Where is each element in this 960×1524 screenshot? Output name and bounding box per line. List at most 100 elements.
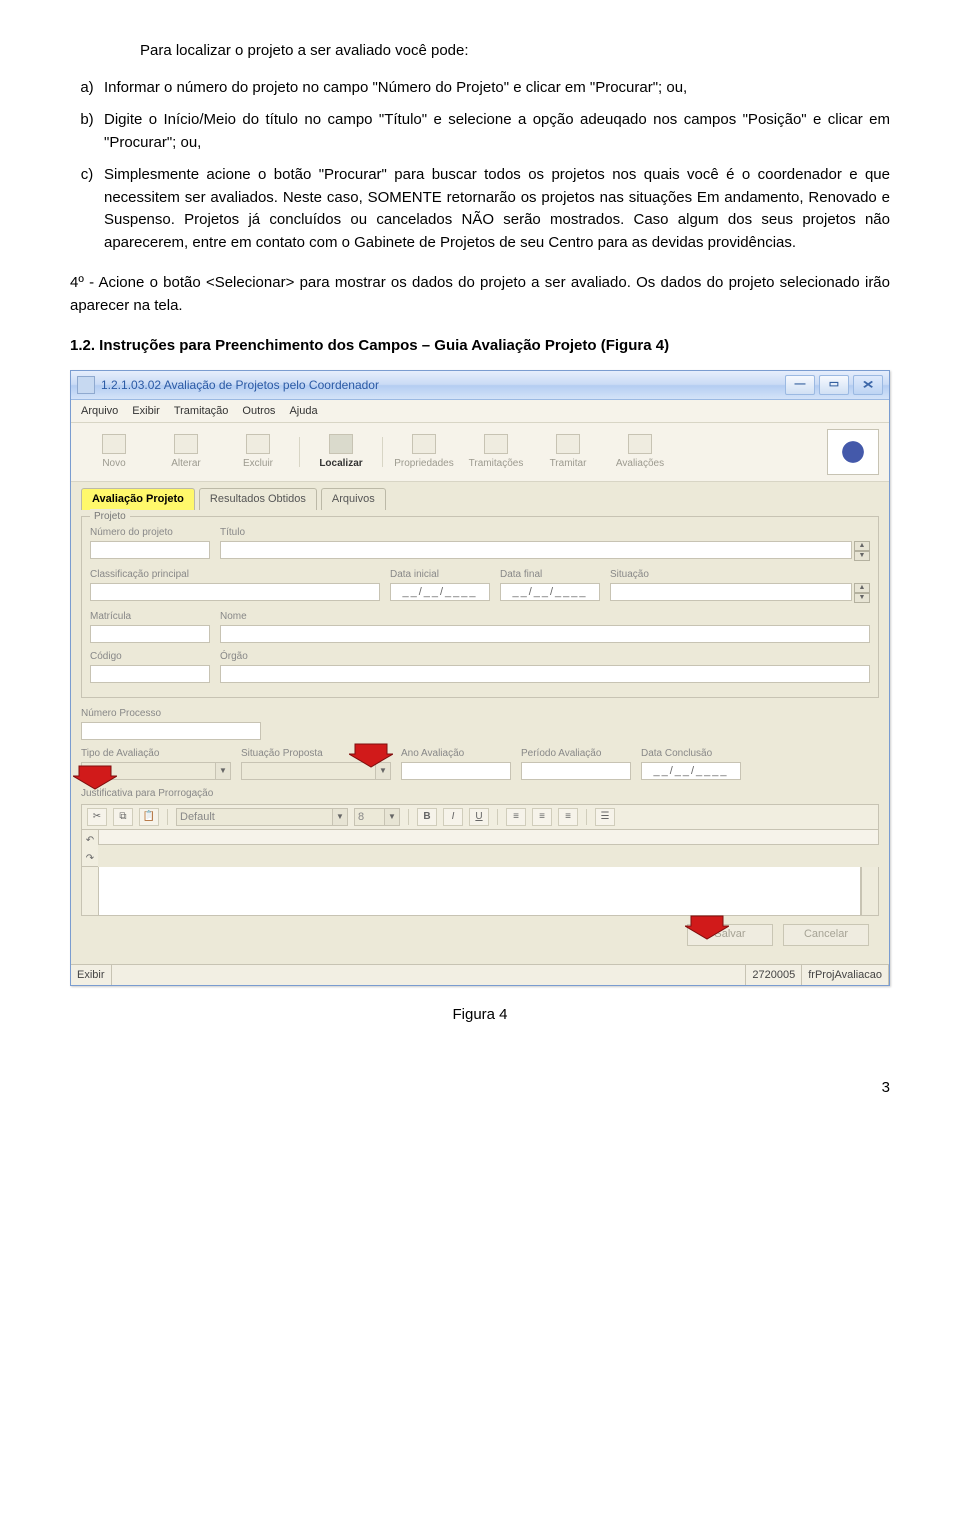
situacao-spin[interactable]: ▲▼ bbox=[854, 583, 870, 603]
label-periodo-avaliacao: Período Avaliação bbox=[521, 746, 631, 761]
bold-button[interactable]: B bbox=[417, 808, 437, 826]
tool-excluir[interactable]: Excluir bbox=[225, 434, 291, 471]
label-numero-projeto: Número do projeto bbox=[90, 525, 210, 540]
input-periodo-avaliacao[interactable] bbox=[521, 762, 631, 780]
tool-tramitar[interactable]: Tramitar bbox=[535, 434, 601, 471]
input-orgao[interactable] bbox=[220, 665, 870, 683]
app-window: 1.2.1.03.02 Avaliação de Projetos pelo C… bbox=[70, 370, 890, 987]
underline-button[interactable]: U bbox=[469, 808, 489, 826]
titulo-spin[interactable]: ▲▼ bbox=[854, 541, 870, 561]
window-title: 1.2.1.03.02 Avaliação de Projetos pelo C… bbox=[101, 376, 379, 394]
richtext-toolbar: ✂ ⧉ 📋 Default▼ 8▼ B I U ≡ ≡ ≡ ☰ bbox=[81, 804, 879, 830]
group-projeto-title: Projeto bbox=[90, 509, 130, 524]
close-button[interactable]: × bbox=[853, 375, 883, 395]
chevron-down-icon: ▼ bbox=[384, 809, 399, 825]
menu-arquivo[interactable]: Arquivo bbox=[81, 403, 118, 420]
figure-caption: Figura 4 bbox=[70, 1004, 890, 1027]
align-right-button[interactable]: ≡ bbox=[558, 808, 578, 826]
minimize-button[interactable]: — bbox=[785, 375, 815, 395]
maximize-button[interactable]: ▭ bbox=[819, 375, 849, 395]
menu-exibir[interactable]: Exibir bbox=[132, 403, 160, 420]
label-situacao: Situação bbox=[610, 567, 870, 582]
cut-icon[interactable]: ✂ bbox=[87, 808, 107, 826]
cancel-button[interactable]: Cancelar bbox=[783, 924, 869, 946]
input-situacao[interactable] bbox=[610, 583, 852, 601]
send-icon bbox=[556, 434, 580, 454]
input-data-final[interactable]: __/__/____ bbox=[500, 583, 600, 601]
input-classificacao[interactable] bbox=[90, 583, 380, 601]
list-marker-a: a) bbox=[70, 77, 104, 100]
label-ano-avaliacao: Ano Avaliação bbox=[401, 746, 511, 761]
richtext-editor[interactable] bbox=[98, 867, 861, 916]
form-area: Projeto Número do projeto Título ▲▼ Clas… bbox=[71, 510, 889, 964]
status-form: frProjAvaliacao bbox=[802, 965, 889, 986]
chevron-down-icon: ▼ bbox=[332, 809, 347, 825]
select-font-size[interactable]: 8▼ bbox=[354, 808, 400, 826]
list-item-c: c) Simplesmente acione o botão "Procurar… bbox=[70, 164, 890, 254]
label-justificativa: Justificativa para Prorrogação bbox=[81, 786, 879, 801]
menu-outros[interactable]: Outros bbox=[242, 403, 275, 420]
delete-icon bbox=[246, 434, 270, 454]
align-center-button[interactable]: ≡ bbox=[532, 808, 552, 826]
intro-paragraph: Para localizar o projeto a ser avaliado … bbox=[140, 40, 890, 63]
tool-localizar[interactable]: Localizar bbox=[308, 434, 374, 471]
institution-logo bbox=[827, 429, 879, 475]
select-font[interactable]: Default▼ bbox=[176, 808, 348, 826]
properties-icon bbox=[412, 434, 436, 454]
titlebar: 1.2.1.03.02 Avaliação de Projetos pelo C… bbox=[71, 371, 889, 400]
tool-tramitacoes[interactable]: Tramitações bbox=[463, 434, 529, 471]
list-text-b: Digite o Início/Meio do título no campo … bbox=[104, 109, 890, 154]
input-codigo[interactable] bbox=[90, 665, 210, 683]
list-text-a: Informar o número do projeto no campo "N… bbox=[104, 77, 890, 100]
tool-propriedades[interactable]: Propriedades bbox=[391, 434, 457, 471]
tab-avaliacao-projeto[interactable]: Avaliação Projeto bbox=[81, 488, 195, 510]
tab-resultados-obtidos[interactable]: Resultados Obtidos bbox=[199, 488, 317, 510]
list-text-c: Simplesmente acione o botão "Procurar" p… bbox=[104, 164, 890, 254]
list-item-b: b) Digite o Início/Meio do título no cam… bbox=[70, 109, 890, 154]
file-icon bbox=[102, 434, 126, 454]
tab-arquivos[interactable]: Arquivos bbox=[321, 488, 386, 510]
input-data-inicial[interactable]: __/__/____ bbox=[390, 583, 490, 601]
italic-button[interactable]: I bbox=[443, 808, 463, 826]
bullets-button[interactable]: ☰ bbox=[595, 808, 615, 826]
truck-icon bbox=[484, 434, 508, 454]
statusbar: Exibir 2720005 frProjAvaliacao bbox=[71, 964, 889, 986]
group-projeto: Projeto Número do projeto Título ▲▼ Clas… bbox=[81, 516, 879, 698]
rich-gutter bbox=[81, 867, 98, 916]
input-titulo[interactable] bbox=[220, 541, 852, 559]
label-codigo: Código bbox=[90, 649, 210, 664]
input-ano-avaliacao[interactable] bbox=[401, 762, 511, 780]
list-marker-c: c) bbox=[70, 164, 104, 254]
paste-icon[interactable]: 📋 bbox=[139, 808, 159, 826]
scrollbar[interactable] bbox=[861, 867, 879, 916]
input-numero-projeto[interactable] bbox=[90, 541, 210, 559]
tool-avaliacoes[interactable]: Avaliações bbox=[607, 434, 673, 471]
tool-novo[interactable]: Novo bbox=[81, 434, 147, 471]
align-left-button[interactable]: ≡ bbox=[506, 808, 526, 826]
label-data-final: Data final bbox=[500, 567, 600, 582]
redo-icon[interactable]: ↷ bbox=[86, 851, 94, 866]
ruler bbox=[98, 830, 879, 845]
label-matricula: Matrícula bbox=[90, 609, 210, 624]
step-4-paragraph: 4º - Acione o botão <Selecionar> para mo… bbox=[70, 272, 890, 317]
undo-icon[interactable]: ↶ bbox=[86, 833, 94, 848]
eval-icon bbox=[628, 434, 652, 454]
menu-ajuda[interactable]: Ajuda bbox=[289, 403, 317, 420]
input-nome[interactable] bbox=[220, 625, 870, 643]
tabs: Avaliação Projeto Resultados Obtidos Arq… bbox=[71, 482, 889, 510]
chevron-down-icon: ▼ bbox=[215, 763, 230, 779]
label-data-inicial: Data inicial bbox=[390, 567, 490, 582]
label-numero-processo: Número Processo bbox=[81, 706, 261, 721]
input-matricula[interactable] bbox=[90, 625, 210, 643]
list-marker-b: b) bbox=[70, 109, 104, 154]
tool-alterar[interactable]: Alterar bbox=[153, 434, 219, 471]
input-data-conclusao[interactable]: __/__/____ bbox=[641, 762, 741, 780]
status-code: 2720005 bbox=[746, 965, 802, 986]
label-nome: Nome bbox=[220, 609, 870, 624]
input-numero-processo[interactable] bbox=[81, 722, 261, 740]
label-tipo-avaliacao: Tipo de Avaliação bbox=[81, 746, 231, 761]
list-item-a: a) Informar o número do projeto no campo… bbox=[70, 77, 890, 100]
binoculars-icon bbox=[329, 434, 353, 454]
copy-icon[interactable]: ⧉ bbox=[113, 808, 133, 826]
menu-tramitacao[interactable]: Tramitação bbox=[174, 403, 229, 420]
